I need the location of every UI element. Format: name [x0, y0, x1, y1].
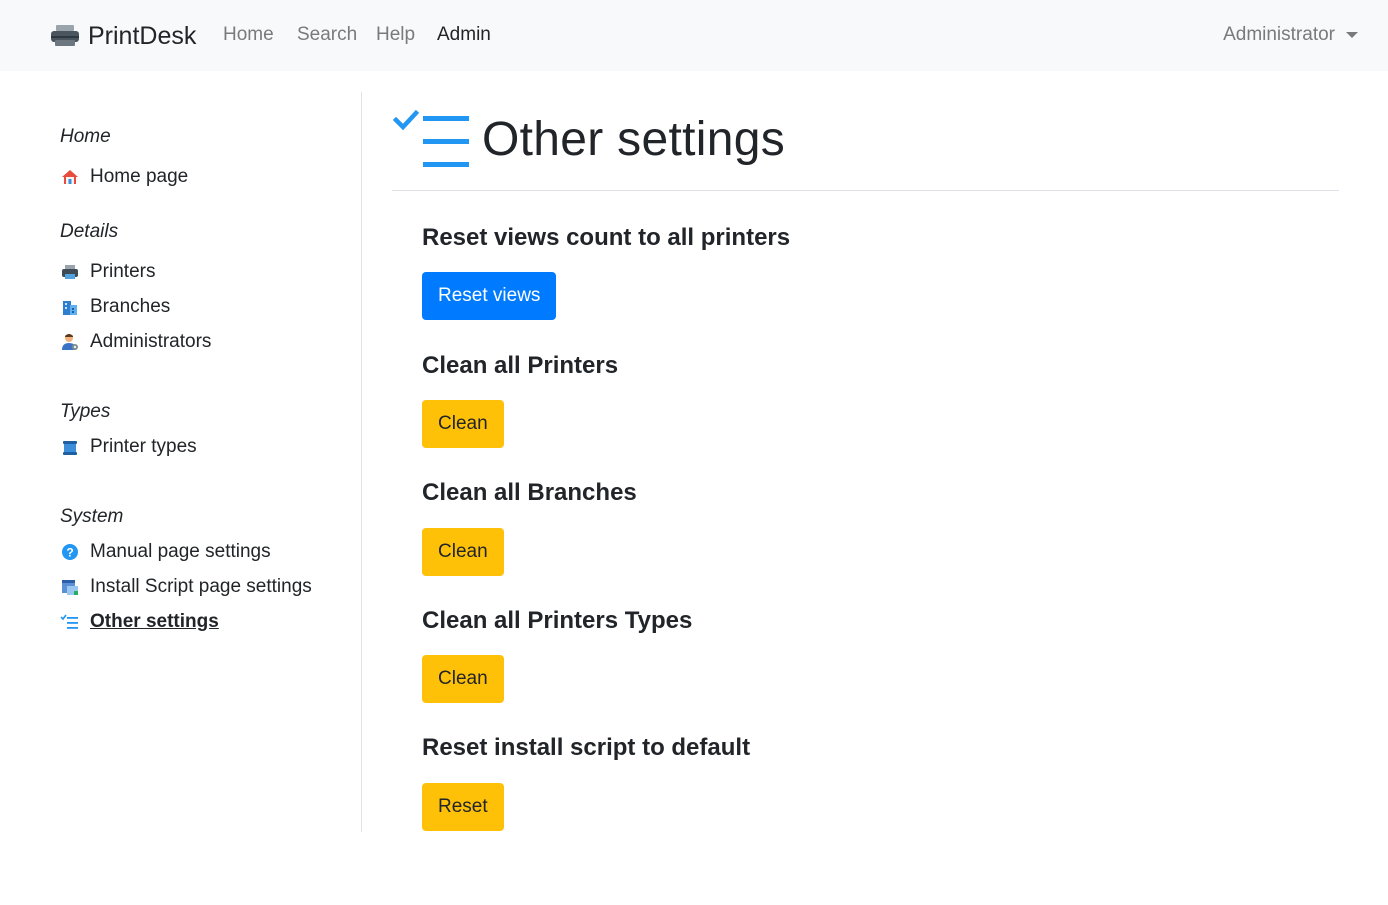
clean-printer-types-button[interactable]: Clean	[422, 655, 504, 703]
sidebar-item-install-script-page-settings[interactable]: Install Script page settings	[60, 575, 312, 599]
help-icon: ?	[62, 544, 78, 560]
sidebar-item-other-settings[interactable]: Other settings	[60, 610, 219, 634]
sidebar-item-label: Printer types	[90, 436, 197, 457]
sidebar-item-label: Printers	[90, 261, 156, 282]
sidebar-item-branches[interactable]: Branches	[60, 295, 170, 319]
reset-install-script-button[interactable]: Reset	[422, 783, 504, 831]
checklist-icon	[392, 109, 469, 167]
checklist-icon	[60, 614, 78, 629]
printer-logo-icon	[51, 25, 79, 46]
sidebar-header-details: Details	[60, 221, 119, 242]
section-heading-reset-views: Reset views count to all printers	[422, 224, 791, 251]
clean-printers-button[interactable]: Clean	[422, 400, 504, 448]
page-header: Other settings	[392, 104, 785, 174]
nav-search[interactable]: Search	[297, 24, 357, 46]
brand-link[interactable]: PrintDesk	[50, 20, 196, 52]
nav-help[interactable]: Help	[376, 24, 415, 46]
sidebar-item-home-page[interactable]: Home page	[60, 165, 188, 189]
sidebar-item-label: Home page	[90, 166, 189, 187]
sidebar-header-home: Home	[60, 126, 111, 147]
svg-text:?: ?	[66, 546, 73, 560]
section-heading-clean-printer-types: Clean all Printers Types	[422, 607, 693, 634]
user-name: Administrator	[1223, 24, 1335, 45]
building-icon	[63, 301, 77, 315]
sidebar-item-label: Manual page settings	[90, 541, 271, 562]
sidebar-item-label: Branches	[90, 296, 171, 317]
sidebar	[0, 92, 362, 832]
reset-views-button[interactable]: Reset views	[422, 272, 557, 320]
section-heading-clean-printers: Clean all Printers	[422, 352, 619, 379]
home-icon	[62, 170, 78, 184]
sidebar-item-manual-page-settings[interactable]: ? Manual page settings	[60, 540, 271, 564]
user-dropdown[interactable]: Administrator	[1223, 24, 1358, 46]
printer-type-icon	[63, 441, 77, 455]
printer-icon	[62, 265, 78, 279]
sidebar-item-printer-types[interactable]: Printer types	[60, 435, 197, 459]
sidebar-item-label: Install Script page settings	[90, 576, 312, 597]
sidebar-item-label: Other settings	[90, 611, 219, 632]
brand-name: PrintDesk	[88, 21, 197, 50]
section-heading-clean-branches: Clean all Branches	[422, 479, 637, 506]
script-icon	[62, 580, 78, 595]
sidebar-item-administrators[interactable]: Administrators	[60, 330, 211, 354]
sidebar-item-label: Administrators	[90, 331, 212, 352]
nav-admin[interactable]: Admin	[437, 24, 491, 46]
caret-down-icon	[1346, 32, 1358, 38]
clean-branches-button[interactable]: Clean	[422, 528, 504, 576]
sidebar-item-printers[interactable]: Printers	[60, 260, 155, 284]
nav-home[interactable]: Home	[223, 24, 274, 46]
admin-user-icon	[62, 334, 78, 350]
top-navbar: PrintDesk Home Search Help Admin Adminis…	[0, 0, 1388, 71]
sidebar-header-system: System	[60, 506, 124, 527]
sidebar-header-types: Types	[60, 401, 111, 422]
title-divider	[392, 190, 1339, 191]
section-heading-reset-install-script: Reset install script to default	[422, 734, 751, 761]
page-title: Other settings	[482, 112, 786, 166]
